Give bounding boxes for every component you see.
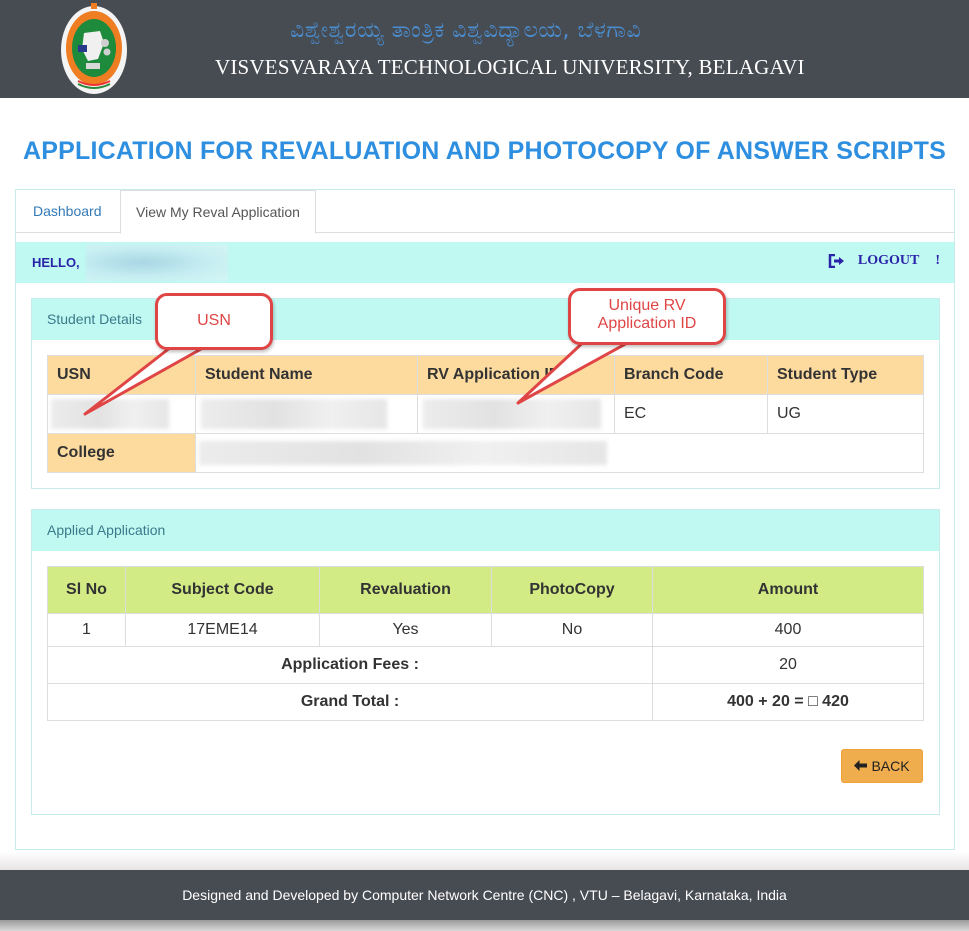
column-header-usn: USN: [47, 355, 196, 395]
university-name: VISVESVARAYA TECHNOLOGICAL UNIVERSITY, B…: [215, 55, 805, 79]
usn-callout: USN: [155, 293, 273, 350]
rvid-callout-line1: Unique RV: [608, 297, 686, 314]
tab-view-my-reval-application[interactable]: View My Reval Application: [120, 190, 316, 234]
application-fees-value: 20: [652, 646, 924, 684]
sl-no-cell: 1: [47, 613, 126, 647]
site-header: ವಿಶ್ವೇಶ್ವರಯ್ಯ ತಾಂತ್ರಿಕ ವಿಶ್ವವಿದ್ಯಾಲಯ, ಬೆ…: [0, 0, 969, 98]
column-header-amount: Amount: [652, 566, 924, 614]
college-label: College: [47, 433, 196, 473]
university-emblem-icon: [61, 3, 127, 94]
student-type-value: UG: [767, 394, 924, 434]
site-footer: Designed and Developed by Computer Netwo…: [0, 870, 969, 920]
sign-out-icon: [828, 253, 846, 269]
rv-application-id-redacted: [423, 399, 601, 429]
student-name-value: [195, 394, 418, 434]
tab-dashboard[interactable]: Dashboard: [18, 190, 117, 233]
column-header-photocopy: PhotoCopy: [491, 566, 653, 614]
table-row: College: [47, 433, 924, 473]
usn-value: [47, 394, 196, 434]
rvid-callout: Unique RV Application ID: [568, 288, 726, 345]
user-name-redacted: [86, 244, 228, 281]
grand-total-label: Grand Total :: [47, 683, 653, 721]
grand-total-value: 400 + 20 = □ 420: [652, 683, 924, 721]
logout-suffix: !: [935, 253, 940, 268]
applied-application-table: Sl No Subject Code Revaluation PhotoCopy…: [47, 566, 924, 721]
subject-code-cell: 17EME14: [125, 613, 320, 647]
application-fees-label: Application Fees :: [47, 646, 653, 684]
rv-application-id-value: [417, 394, 615, 434]
greeting-bar: HELLO, LOGOUT !: [16, 242, 954, 283]
back-label: BACK: [871, 758, 910, 774]
column-header-student-name: Student Name: [195, 355, 418, 395]
column-header-student-type: Student Type: [767, 355, 924, 395]
applied-application-title: Applied Application: [32, 510, 939, 551]
back-button[interactable]: BACK: [841, 749, 923, 783]
college-value: [195, 433, 924, 473]
table-row: 1 17EME14 Yes No 400: [47, 613, 924, 647]
column-header-rv-application-id: RV Application ID: [417, 355, 615, 395]
student-details-table: USN Student Name RV Application ID Branc…: [47, 355, 924, 473]
grand-total-row: Grand Total : 400 + 20 = □ 420: [47, 683, 924, 721]
table-header-row: Sl No Subject Code Revaluation PhotoCopy…: [47, 566, 924, 614]
column-header-sl-no: Sl No: [47, 566, 126, 614]
table-header-row: USN Student Name RV Application ID Branc…: [47, 355, 924, 395]
footer-shadow: [0, 852, 969, 870]
hello-label: HELLO,: [32, 255, 80, 270]
application-fees-row: Application Fees : 20: [47, 646, 924, 684]
tab-bar: Dashboard View My Reval Application: [16, 190, 954, 234]
amount-cell: 400: [652, 613, 924, 647]
usn-redacted: [51, 399, 169, 429]
footer-bottom-edge: [0, 920, 969, 931]
applied-application-panel: Applied Application Sl No Subject Code R…: [31, 509, 940, 815]
branch-code-value: EC: [614, 394, 768, 434]
column-header-branch-code: Branch Code: [614, 355, 768, 395]
college-redacted: [199, 441, 607, 465]
logout-link[interactable]: LOGOUT !: [828, 253, 940, 269]
logout-label: LOGOUT: [857, 253, 920, 268]
rvid-callout-line2: Application ID: [597, 315, 697, 332]
table-row: EC UG: [47, 394, 924, 434]
column-header-revaluation: Revaluation: [319, 566, 492, 614]
photocopy-cell: No: [491, 613, 653, 647]
main-container: Dashboard View My Reval Application HELL…: [15, 189, 955, 850]
university-name-kannada: ವಿಶ್ವೇಶ್ವರಯ್ಯ ತಾಂತ್ರಿಕ ವಿಶ್ವವಿದ್ಯಾಲಯ, ಬೆ…: [290, 18, 642, 43]
arrow-left-icon: [854, 758, 868, 774]
column-header-subject-code: Subject Code: [125, 566, 320, 614]
revaluation-cell: Yes: [319, 613, 492, 647]
student-name-redacted: [201, 399, 387, 429]
page-title: APPLICATION FOR REVALUATION AND PHOTOCOP…: [23, 137, 946, 165]
